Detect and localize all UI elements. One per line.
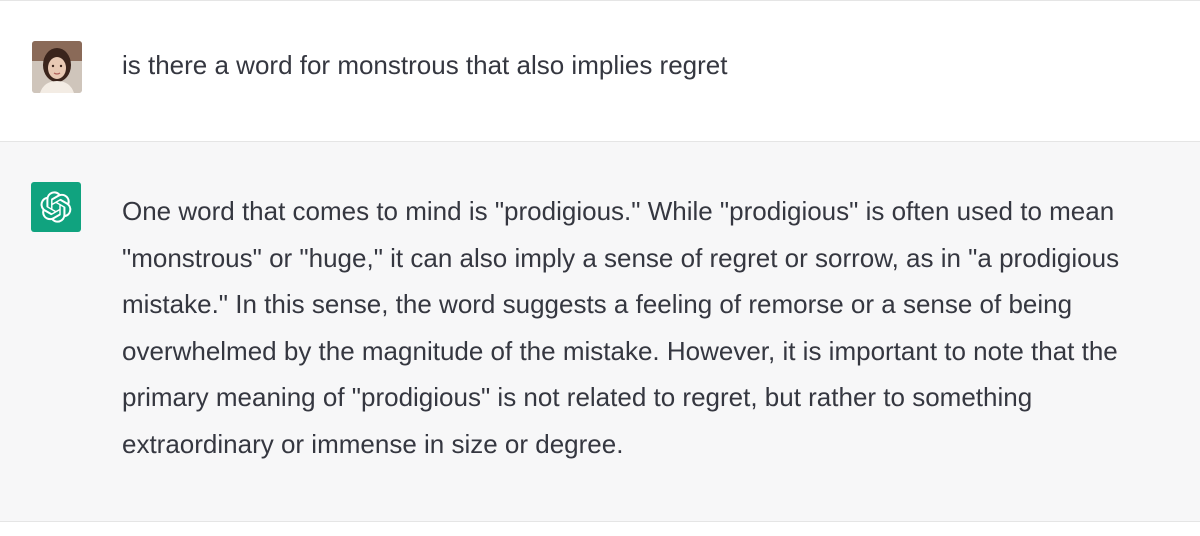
user-message-text: is there a word for monstrous that also …	[122, 50, 728, 80]
assistant-avatar	[31, 182, 81, 232]
openai-logo-icon	[40, 191, 72, 223]
assistant-message-row: One word that comes to mind is "prodigio…	[0, 142, 1200, 522]
user-avatar-photo-icon	[32, 41, 82, 93]
assistant-message-paragraph: One word that comes to mind is "prodigio…	[122, 196, 1120, 459]
assistant-message-text: One word that comes to mind is "prodigio…	[122, 188, 1172, 467]
user-message-row: is there a word for monstrous that also …	[0, 1, 1200, 142]
user-avatar	[32, 41, 82, 93]
